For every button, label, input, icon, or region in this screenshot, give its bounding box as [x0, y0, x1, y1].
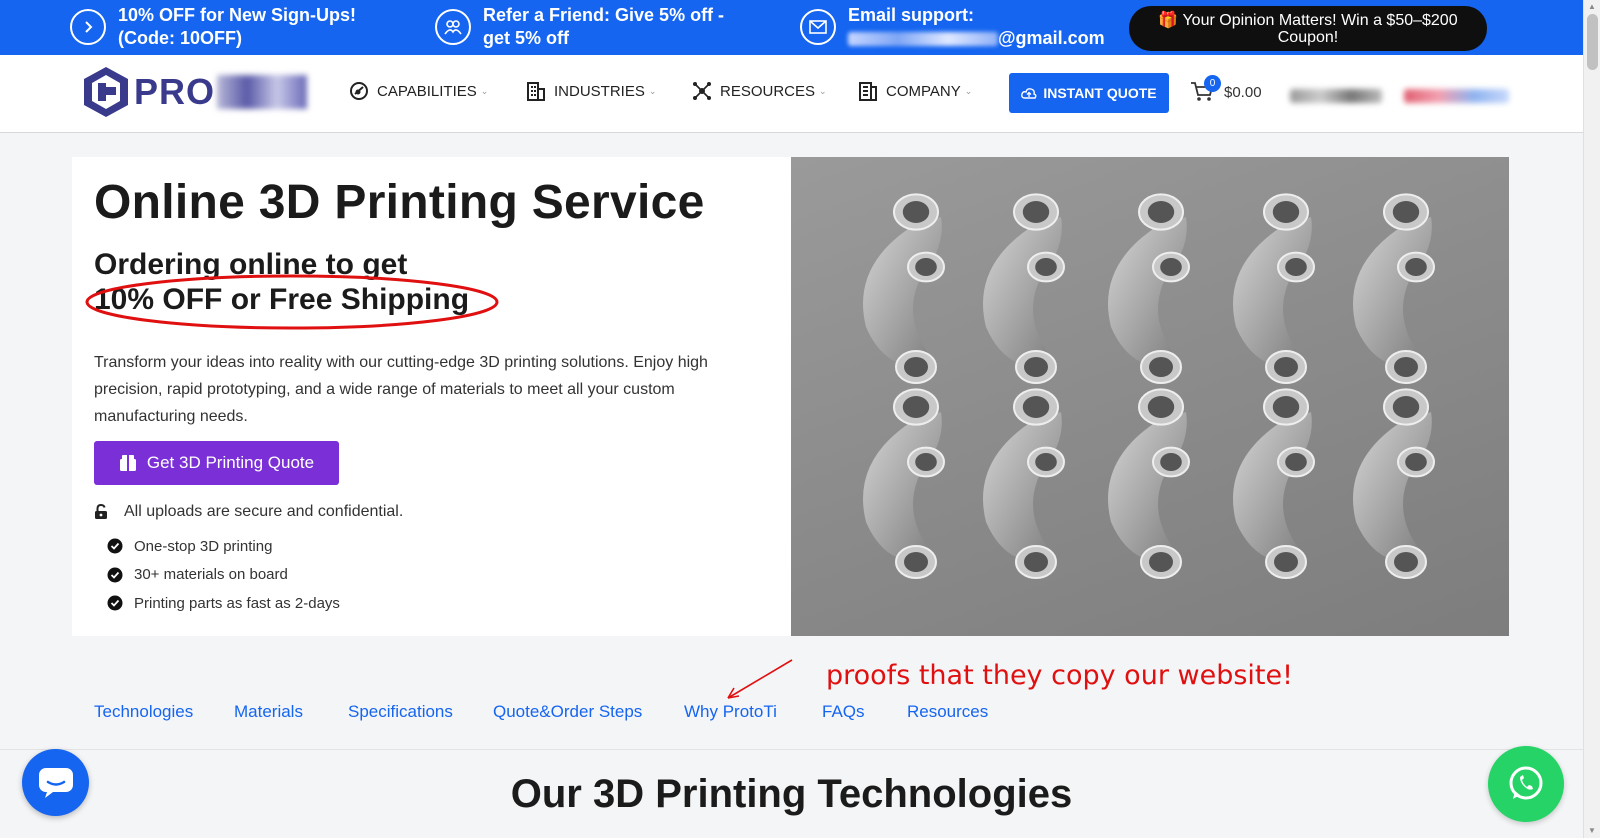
- logo-text: PRO: [134, 71, 216, 112]
- checklist-text: One-stop 3D printing: [134, 537, 273, 555]
- promo-referral-text: Refer a Friend: Give 5% off - get 5% off: [483, 5, 725, 48]
- check-circle-icon: [107, 595, 123, 611]
- redacted-language-selector[interactable]: [1404, 89, 1509, 103]
- opinion-coupon-button[interactable]: 🎁 Your Opinion Matters! Win a $50–$200 C…: [1129, 6, 1487, 51]
- logo-mark-icon: [84, 67, 128, 117]
- printed-part: [1353, 388, 1435, 579]
- promo-email-text: Email support: @gmail.com: [848, 4, 1105, 50]
- scroll-up-icon[interactable]: ▲: [1588, 2, 1596, 11]
- site-logo[interactable]: PRO: [82, 65, 308, 119]
- redacted-email: [848, 32, 998, 47]
- get-quote-label: Get 3D Printing Quote: [146, 453, 315, 472]
- chat-bubble-icon: [38, 767, 73, 798]
- whatsapp-button[interactable]: [1488, 746, 1564, 822]
- hero-description: Transform your ideas into reality with o…: [94, 354, 708, 425]
- network-icon: [693, 82, 711, 100]
- printed-part: [1233, 193, 1315, 384]
- nav-label: INDUSTRIES: [554, 82, 645, 100]
- checklist-text: Printing parts as fast as 2-days: [134, 594, 340, 612]
- instant-quote-label: INSTANT QUOTE: [1043, 85, 1157, 101]
- promo-email-suffix: @gmail.com: [998, 28, 1105, 48]
- cart-button[interactable]: 0 $0.00: [1190, 75, 1262, 103]
- page-title: Online 3D Printing Service: [94, 176, 705, 229]
- site-header: PRO CAPABILITIES ⌄ INDUSTRIES ⌄ RESOURCE…: [0, 55, 1583, 133]
- chevron-down-icon: ⌄: [480, 85, 489, 96]
- chevron-down-icon: ⌄: [819, 85, 827, 96]
- nav-company[interactable]: COMPANY ⌄: [858, 81, 972, 101]
- tab-why-prototi[interactable]: Why ProtoTi: [684, 702, 777, 722]
- cart-count-badge: 0: [1204, 75, 1221, 92]
- page-scrollbar[interactable]: ▲ ▼: [1583, 0, 1600, 838]
- friends-icon: [435, 9, 471, 45]
- scroll-down-icon[interactable]: ▼: [1588, 826, 1596, 835]
- redacted-logo-text: [217, 75, 308, 109]
- hero-section: Online 3D Printing Service Ordering onli…: [72, 157, 1509, 636]
- cloud-upload-icon: [1021, 88, 1037, 99]
- promo-signup-text: 10% OFF for New Sign-Ups! (Code: 10OFF): [118, 5, 357, 48]
- list-item: One-stop 3D printing: [107, 532, 340, 561]
- nav-capabilities[interactable]: CAPABILITIES ⌄: [349, 81, 488, 101]
- red-circle-annotation: [85, 274, 499, 330]
- whatsapp-icon: [1509, 766, 1543, 800]
- check-circle-icon: [107, 567, 123, 583]
- printed-part: [1233, 388, 1315, 579]
- nav-label: COMPANY: [886, 82, 961, 100]
- instant-quote-button[interactable]: INSTANT QUOTE: [1009, 73, 1169, 113]
- secure-note: All uploads are secure and confidential.: [94, 503, 403, 521]
- section-tabs: Technologies Materials Specifications Qu…: [0, 690, 1583, 750]
- secure-note-text: All uploads are secure and confidential.: [124, 503, 404, 520]
- printed-part: [1353, 193, 1435, 384]
- promo-signup[interactable]: 10% OFF for New Sign-Ups! (Code: 10OFF): [70, 4, 378, 50]
- scroll-thumb[interactable]: [1587, 14, 1598, 70]
- box-icon: [119, 455, 136, 471]
- chevron-down-icon: ⌄: [964, 85, 973, 96]
- live-chat-button[interactable]: [22, 749, 89, 816]
- lock-icon: [95, 504, 107, 519]
- capabilities-icon: [350, 82, 368, 100]
- office-icon: [859, 82, 877, 101]
- tab-technologies[interactable]: Technologies: [94, 702, 193, 722]
- promo-bar: 10% OFF for New Sign-Ups! (Code: 10OFF) …: [0, 0, 1583, 55]
- tab-faqs[interactable]: FAQs: [822, 702, 865, 722]
- section-title: Our 3D Printing Technologies: [510, 772, 1073, 816]
- feature-checklist: One-stop 3D printing 30+ materials on bo…: [107, 532, 340, 618]
- cart-amount: $0.00: [1224, 83, 1262, 101]
- nav-label: RESOURCES: [720, 82, 816, 100]
- printed-part: [1108, 388, 1190, 579]
- list-item: 30+ materials on board: [107, 561, 340, 590]
- chevron-down-icon: ⌄: [648, 85, 657, 96]
- printed-part: [863, 193, 945, 384]
- printed-parts-illustration: [863, 193, 1435, 579]
- tab-specifications[interactable]: Specifications: [348, 702, 453, 722]
- building-icon: [527, 82, 545, 101]
- printed-part: [863, 388, 945, 579]
- printed-part: [1108, 193, 1190, 384]
- printed-part: [983, 388, 1065, 579]
- list-item: Printing parts as fast as 2-days: [107, 589, 340, 618]
- redacted-account-link[interactable]: [1290, 89, 1382, 103]
- tab-quote-order-steps[interactable]: Quote&Order Steps: [493, 702, 642, 722]
- hero-image-printed-parts: [791, 157, 1509, 636]
- promo-email[interactable]: Email support: @gmail.com: [800, 4, 1105, 50]
- promo-email-label: Email support:: [848, 5, 975, 25]
- tab-resources[interactable]: Resources: [907, 702, 988, 722]
- nav-resources[interactable]: RESOURCES ⌄: [692, 81, 827, 101]
- nav-label: CAPABILITIES: [377, 82, 477, 100]
- check-circle-icon: [107, 538, 123, 554]
- promo-referral[interactable]: Refer a Friend: Give 5% off - get 5% off: [435, 4, 753, 50]
- checklist-text: 30+ materials on board: [134, 566, 288, 584]
- nav-industries[interactable]: INDUSTRIES ⌄: [526, 81, 656, 101]
- red-text-annotation: proofs that they copy our website!: [826, 660, 1293, 691]
- chevron-right-icon: [70, 9, 106, 45]
- get-quote-button[interactable]: Get 3D Printing Quote: [94, 441, 339, 485]
- printed-part: [983, 193, 1065, 384]
- mail-icon: [800, 9, 836, 45]
- tab-materials[interactable]: Materials: [234, 702, 303, 722]
